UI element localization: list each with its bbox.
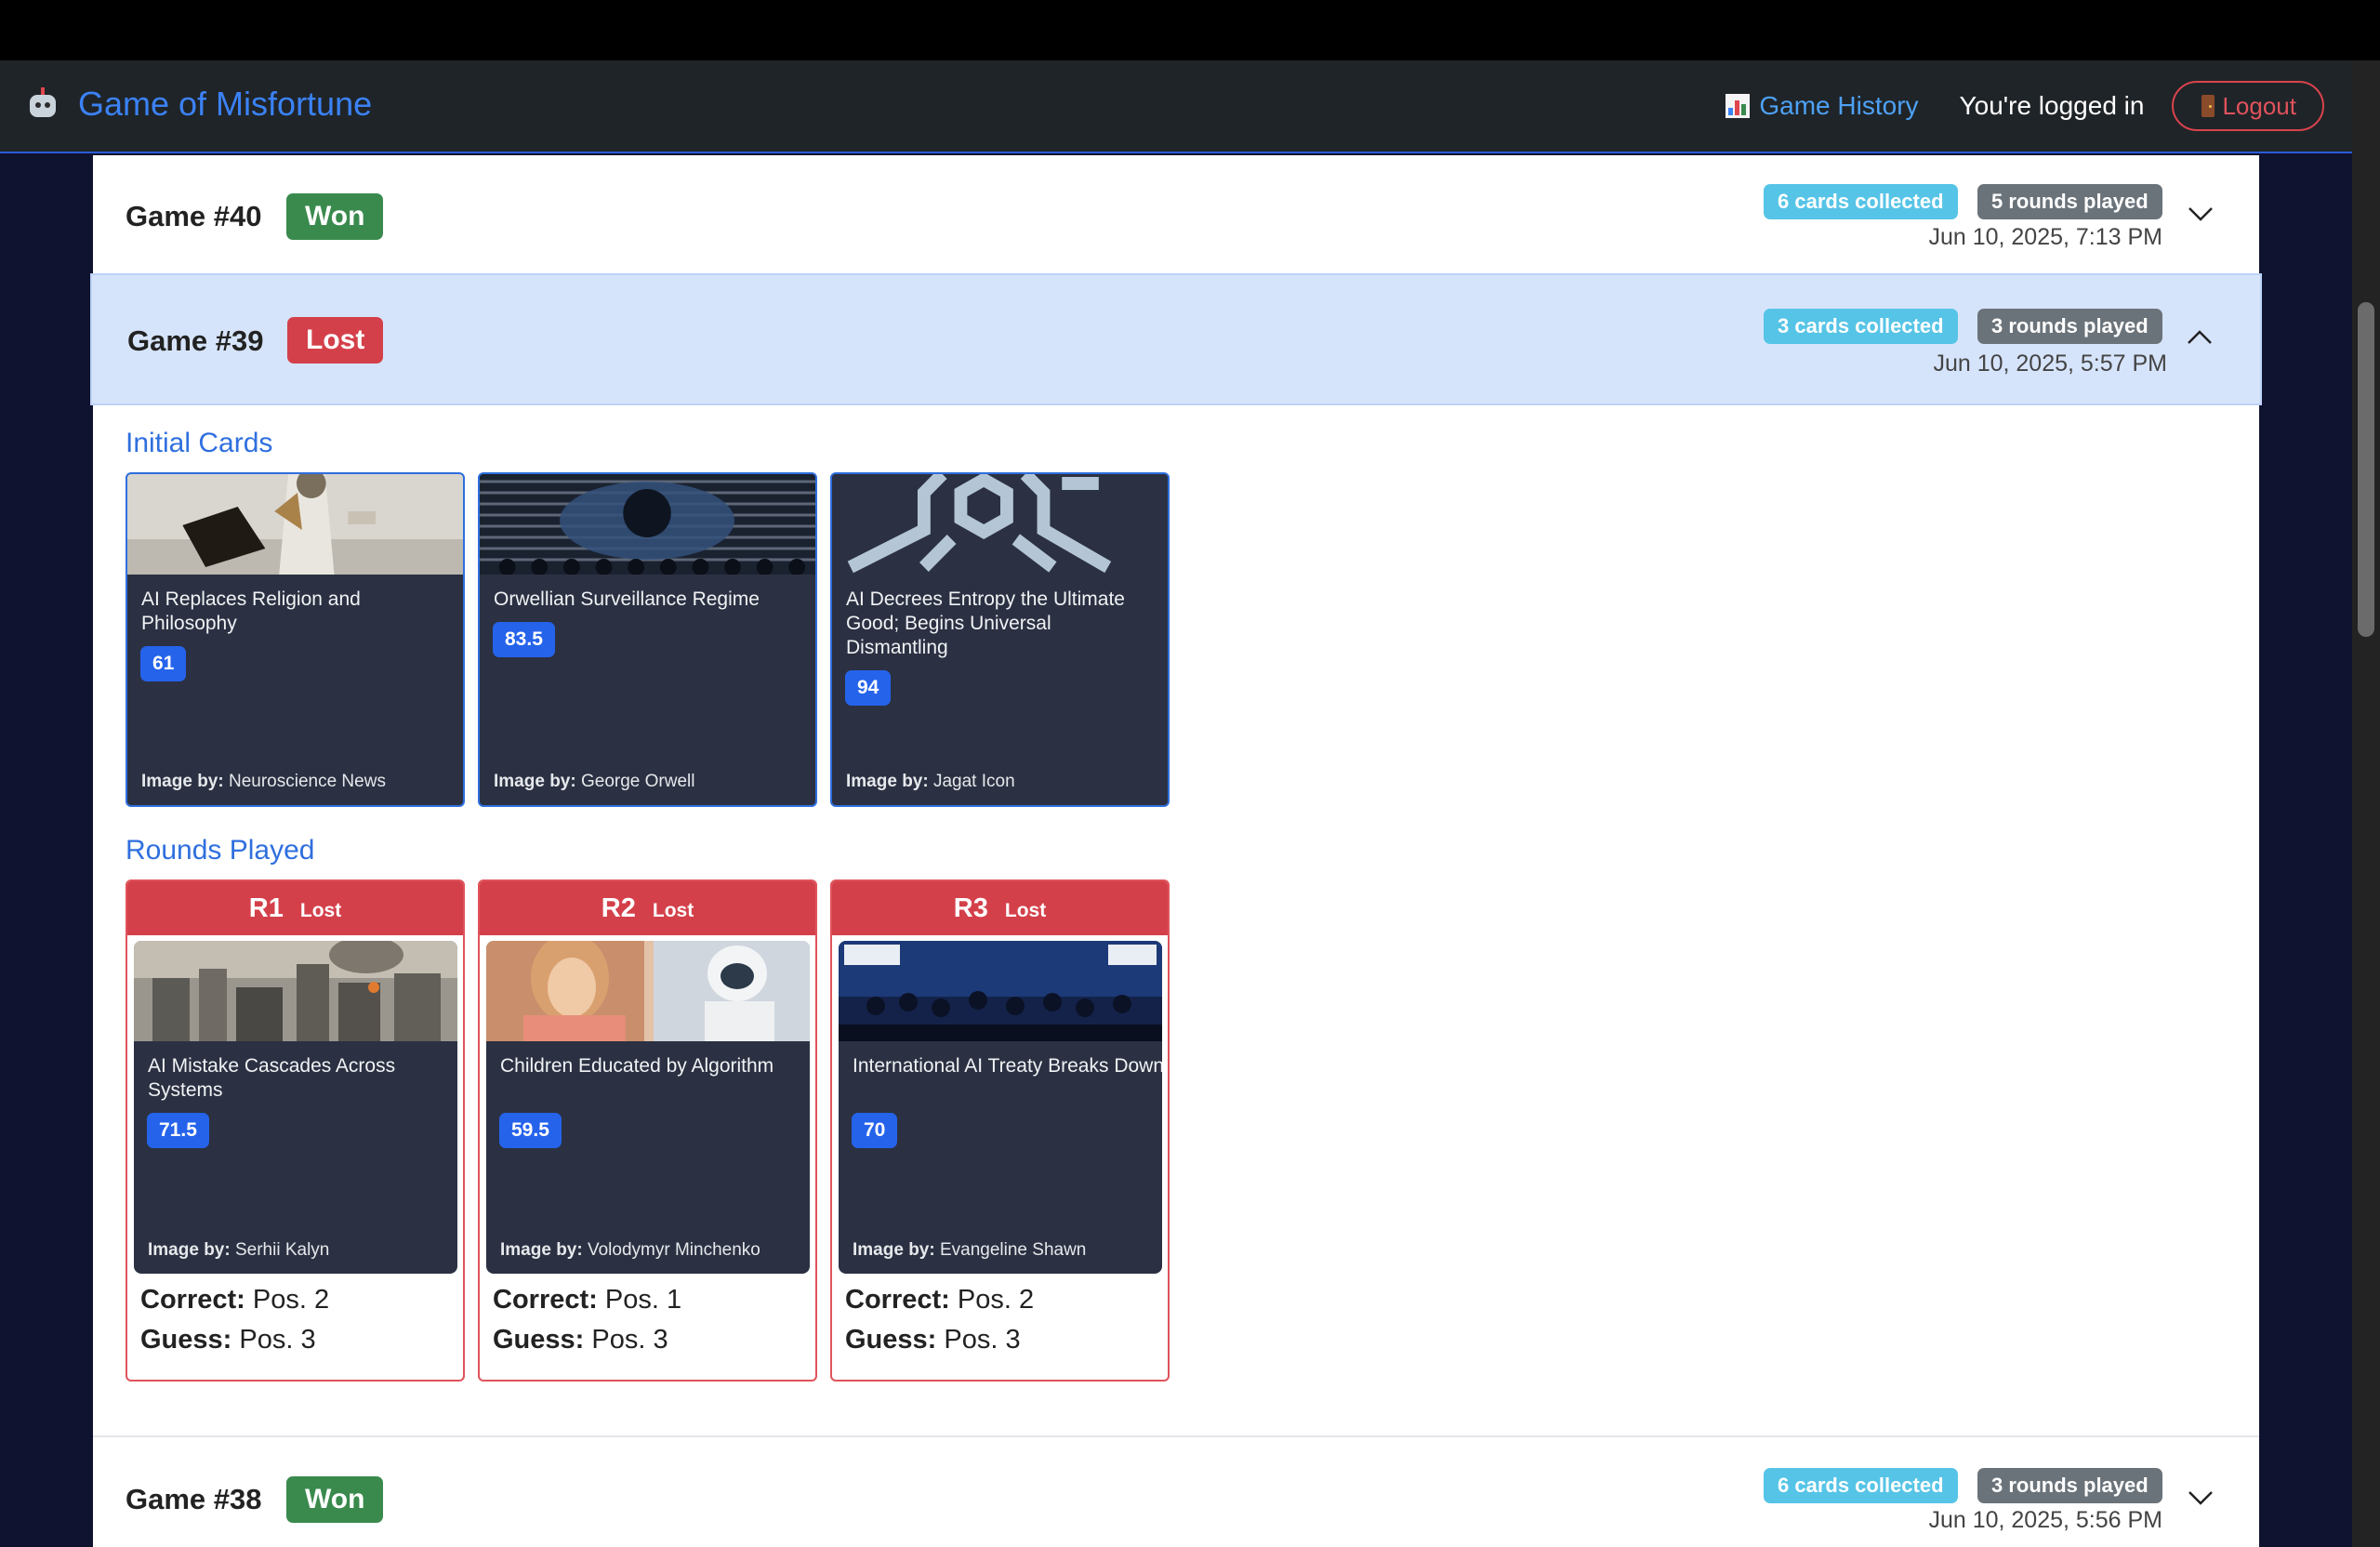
guess-position: Guess: Pos. 3 [140,1325,316,1355]
card-score-badge: 94 [845,670,892,706]
game-date: Jun 10, 2025, 5:57 PM [1933,350,2167,377]
game-title: Game #40 [126,200,262,232]
round-number: R3 [953,892,988,923]
round-number: R2 [601,892,636,923]
logout-label: Logout [2222,91,2296,120]
cards-collected-badge: 6 cards collected [1764,1468,1958,1503]
round-number: R1 [248,892,284,923]
guess-position: Guess: Pos. 3 [493,1325,668,1355]
card-image [134,941,457,1041]
game-header-40[interactable]: Game #40 Won 6 cards collected 5 rounds … [93,155,2259,273]
game-history-label[interactable]: Game History [1759,91,1918,121]
rounds-played-title: Rounds Played [126,835,315,866]
card-title: AI Replaces Religion and Philosophy [141,588,361,634]
logout-button[interactable]: Logout [2172,81,2324,131]
round-header: R2 Lost [480,881,815,935]
result-badge: Won [286,193,384,240]
card-score-badge: 61 [140,646,187,681]
round-card[interactable]: R2 Lost Children Educated by Algorithm 5… [478,879,817,1382]
game-title: Game #38 [126,1483,262,1515]
card-image-credit: Image by: George Orwell [494,772,695,791]
card-title: Orwellian Surveillance Regime [494,588,760,610]
login-status: You're logged in [1959,91,2145,120]
result-badge: Won [286,1476,384,1523]
card-image-credit: Image by: Neuroscience News [141,772,386,791]
round-card[interactable]: R1 Lost AI Mistake Cascades Across Syste… [126,879,465,1382]
card-image [832,474,1168,575]
card-score-badge: 70 [852,1113,898,1148]
round-result: Lost [652,900,694,921]
chevron-down-icon[interactable] [2187,200,2215,228]
card-image-credit: Image by: Serhii Kalyn [148,1240,330,1260]
guess-position: Guess: Pos. 3 [845,1325,1021,1355]
card-title: Children Educated by Algorithm [500,1055,774,1077]
chevron-up-icon[interactable] [2186,324,2214,351]
round-result: Lost [299,900,342,921]
game-history-link[interactable]: Game History [1726,91,1919,121]
round-header: R3 Lost [832,881,1168,935]
card-image [839,941,1162,1041]
navbar: Game of Misfortune Game History You're l… [0,60,2352,153]
cards-collected-badge: 6 cards collected [1764,184,1958,219]
rounds-played-badge: 3 rounds played [1977,1468,2162,1503]
correct-position: Correct: Pos. 2 [845,1285,1035,1315]
door-icon [2202,95,2215,117]
game-history-list: Game #40 Won 6 cards collected 5 rounds … [90,155,2262,1547]
cards-collected-badge: 3 cards collected [1764,309,1958,344]
round-event-card: International AI Treaty Breaks Down 70 I… [839,941,1162,1274]
card-score-badge: 59.5 [499,1113,562,1148]
initial-cards-title: Initial Cards [126,428,273,458]
round-card[interactable]: R3 Lost International AI Treaty Breaks D… [830,879,1170,1382]
card-image-credit: Image by: Volodymyr Minchenko [500,1240,760,1260]
card-image [486,941,810,1041]
initial-card[interactable]: AI Decrees Entropy the Ultimate Good; Be… [830,472,1170,807]
card-title: AI Decrees Entropy the Ultimate Good; Be… [846,588,1125,658]
round-event-card: Children Educated by Algorithm 59.5 Imag… [486,941,810,1274]
card-image-credit: Image by: Evangeline Shawn [853,1240,1087,1260]
app-title[interactable]: Game of Misfortune [78,85,372,124]
initial-card[interactable]: AI Replaces Religion and Philosophy 61 I… [126,472,465,807]
robot-icon [26,87,60,121]
rounds-played-badge: 3 rounds played [1977,309,2162,344]
rounds-played-badge: 5 rounds played [1977,184,2162,219]
game-date: Jun 10, 2025, 7:13 PM [1928,224,2162,250]
initial-card[interactable]: Orwellian Surveillance Regime 83.5 Image… [478,472,817,807]
round-header: R1 Lost [127,881,463,935]
round-result: Lost [1004,900,1047,921]
round-event-card: AI Mistake Cascades Across Systems 71.5 … [134,941,457,1274]
game-header-39[interactable]: Game #39 Lost 3 cards collected 3 rounds… [90,273,2262,405]
card-title: AI Mistake Cascades Across Systems [148,1055,396,1101]
card-title: International AI Treaty Breaks Down [853,1055,1162,1077]
chevron-down-icon[interactable] [2187,1484,2215,1512]
result-badge: Lost [287,317,384,364]
window-top-bar [0,0,2380,60]
brand[interactable]: Game of Misfortune [26,85,372,124]
card-image [127,474,463,575]
scrollbar-thumb[interactable] [2358,302,2374,637]
card-score-badge: 83.5 [493,622,555,657]
game-title: Game #39 [127,324,264,357]
game-header-38[interactable]: Game #38 Won 6 cards collected 3 rounds … [93,1435,2259,1547]
correct-position: Correct: Pos. 1 [493,1285,682,1315]
correct-position: Correct: Pos. 2 [140,1285,330,1315]
bar-chart-icon [1726,94,1751,118]
page-scrollbar[interactable] [2352,60,2380,1547]
card-score-badge: 71.5 [147,1113,209,1148]
game-date: Jun 10, 2025, 5:56 PM [1928,1507,2162,1533]
card-image-credit: Image by: Jagat Icon [846,772,1015,791]
card-image [480,474,815,575]
